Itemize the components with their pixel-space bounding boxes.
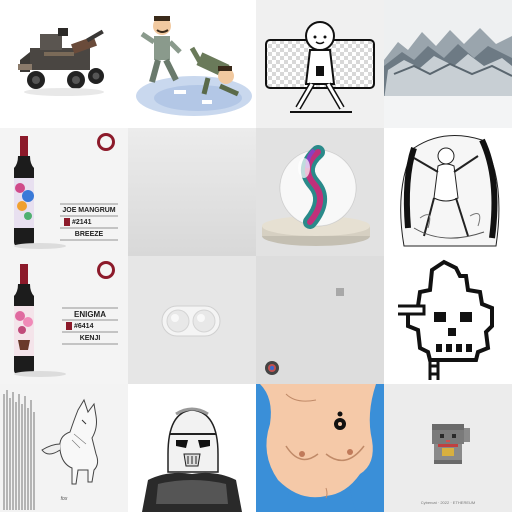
tile-cartoon-fight[interactable]: [128, 0, 256, 128]
tile-double-switch[interactable]: [128, 256, 256, 384]
tile-snowy-mountains[interactable]: [384, 0, 512, 128]
glass-sphere-image: [262, 145, 370, 246]
wine-edition-label: BREEZE: [74, 231, 104, 238]
wine-number-label-2: #6414: [74, 323, 94, 330]
minimal-grey-image: [265, 288, 344, 375]
sketch-warrior-image: [400, 135, 500, 247]
tile-sketch-fox[interactable]: fox: [0, 384, 128, 512]
cat-caption: Cybercat · 2022 · ETHEREUM: [420, 500, 476, 505]
artist-signature: fox: [60, 496, 68, 502]
stormtrooper-image: [142, 407, 242, 512]
gradient-image: [128, 128, 256, 256]
nft-gallery-grid: JOE MANGRUM #2141 BREEZE ENIGMA #6414 KE…: [0, 0, 512, 512]
armored-truck-image: [18, 28, 104, 96]
tile-pixel-skull[interactable]: [384, 256, 512, 384]
pixel-skull-image: [398, 259, 494, 380]
wine-name-label-2: ENIGMA: [74, 310, 106, 319]
tile-pixel-cat[interactable]: Cybercat · 2022 · ETHEREUM: [384, 384, 512, 512]
tile-stormtrooper[interactable]: [128, 384, 256, 512]
pop-art-figure-image: [256, 384, 384, 512]
snowy-mountains-image: [384, 0, 512, 128]
cartoon-fight-image: [136, 16, 252, 116]
wine-number-label: #2141: [72, 219, 92, 226]
tile-glass-sphere[interactable]: [256, 128, 384, 256]
tile-sketch-warrior[interactable]: [384, 128, 512, 256]
wine-edition-label-2: KENJI: [79, 335, 101, 342]
double-switch-image: [161, 305, 221, 337]
tile-armored-truck[interactable]: [0, 0, 128, 128]
tile-blank-gradient[interactable]: [128, 128, 256, 256]
tile-wine-bottle-kenji[interactable]: ENIGMA #6414 KENJI: [0, 256, 128, 384]
wine-name-label: JOE MANGRUM: [62, 207, 116, 214]
tile-pop-art-figure[interactable]: [256, 384, 384, 512]
tile-minimal-grey[interactable]: [256, 256, 384, 384]
tile-wine-bottle-breeze[interactable]: JOE MANGRUM #2141 BREEZE: [0, 128, 128, 256]
pixel-cat-image: [432, 424, 470, 464]
sketch-fox-image: [3, 390, 99, 510]
tile-outline-character[interactable]: [256, 0, 384, 128]
outline-character-image: [265, 21, 375, 113]
wine-bottle-image-2: [14, 261, 118, 377]
